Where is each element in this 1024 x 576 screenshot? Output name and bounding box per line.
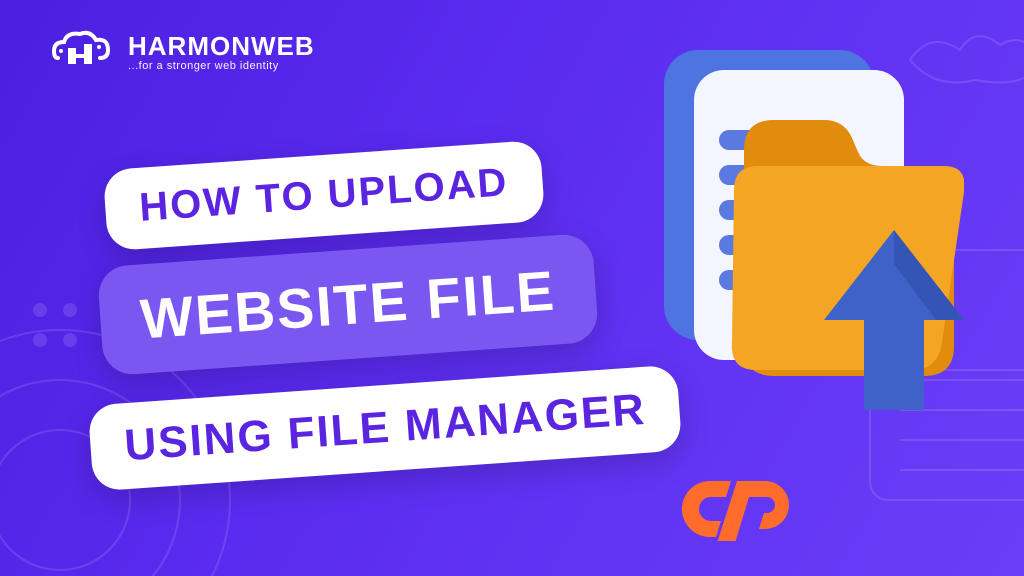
brand-name: HARMONWEB xyxy=(128,31,315,62)
folder-upload-icon xyxy=(624,40,964,420)
headline-line-2: WEBSITE FILE xyxy=(97,233,599,376)
brand-logo: HARMONWEB ...for a stronger web identity xyxy=(50,28,315,74)
brand-tagline: ...for a stronger web identity xyxy=(128,60,315,72)
harmonweb-logo-icon xyxy=(50,28,114,74)
brand-text: HARMONWEB ...for a stronger web identity xyxy=(128,31,315,72)
promo-banner: HARMONWEB ...for a stronger web identity… xyxy=(0,0,1024,576)
headline-line-3: USING FILE MANAGER xyxy=(88,365,683,492)
cpanel-logo-icon xyxy=(679,471,799,546)
headline-line-1: HOW TO UPLOAD xyxy=(103,140,545,251)
